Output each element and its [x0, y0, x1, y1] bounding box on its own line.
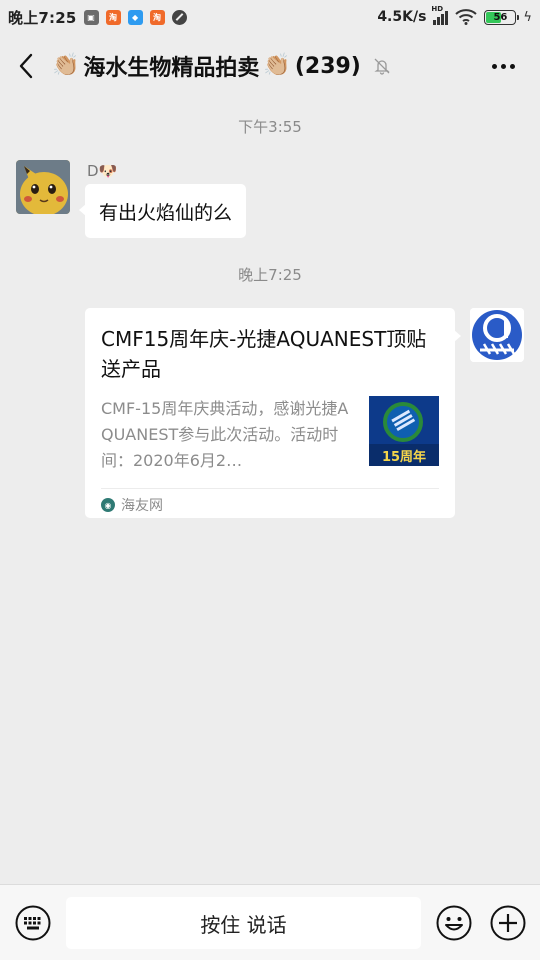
- network-speed: 4.5K/s: [377, 9, 427, 25]
- status-time: 晚上7:25: [8, 8, 77, 27]
- link-thumbnail: 15周年: [369, 396, 439, 466]
- link-description: CMF-15周年庆典活动，感谢光捷AQUANEST参与此次活动。活动时间：202…: [101, 399, 349, 470]
- emoji-button[interactable]: [436, 905, 472, 941]
- my-avatar[interactable]: [470, 308, 524, 362]
- message-list[interactable]: 下午3:55 D🐶 有出火焰仙的么 晚上7:25 CMF15周年庆-光捷AQUA…: [0, 98, 540, 884]
- gallery-icon: ▣: [83, 9, 99, 25]
- keyboard-icon: [15, 905, 51, 941]
- charging-icon: ϟ: [523, 9, 532, 25]
- chat-header: 👏🏼 海水生物精品拍卖 👏🏼 (239): [0, 34, 540, 98]
- link-source: ◉ 海友网: [101, 489, 439, 521]
- group-name: 海水生物精品拍卖: [83, 56, 260, 81]
- taobao-icon: 淘: [149, 9, 165, 25]
- taobao-icon: 淘: [105, 9, 121, 25]
- status-right: 4.5K/s HD 56 ϟ: [377, 5, 532, 25]
- status-left: 晚上7:25 ▣ 淘 ◆ 淘: [8, 7, 187, 28]
- link-body: CMF-15周年庆典活动，感谢光捷AQUANEST参与此次活动。活动时间：202…: [101, 396, 439, 476]
- thumb-text: 15周年: [381, 450, 427, 465]
- signal-icon: HD: [431, 5, 449, 25]
- hd-label: HD: [431, 4, 444, 13]
- more-icon-dot: [509, 63, 515, 69]
- battery-level: 56: [493, 11, 508, 23]
- incoming-message-bubble[interactable]: 有出火焰仙的么: [78, 184, 247, 238]
- app-icon: ◆: [127, 9, 143, 25]
- logo-avatar-icon: [470, 308, 524, 362]
- avatar[interactable]: [16, 160, 70, 214]
- timestamp: 晚上7:25: [238, 266, 302, 284]
- plus-icon: [490, 905, 526, 941]
- no-disturb-icon: [171, 9, 187, 25]
- emoji-icon: [436, 905, 472, 941]
- pikachu-avatar-icon: [16, 160, 70, 214]
- chevron-left-icon: [19, 53, 33, 79]
- keyboard-button[interactable]: [15, 905, 51, 941]
- shared-link-card[interactable]: CMF15周年庆-光捷AQUANEST顶贴送产品 CMF-15周年庆典活动，感谢…: [85, 308, 461, 521]
- more-functions-button[interactable]: [490, 905, 526, 941]
- hold-to-talk-button[interactable]: 按住 说话: [66, 897, 421, 949]
- bell-off-icon: [373, 57, 391, 75]
- back-button[interactable]: [0, 34, 52, 98]
- sender-name: D🐶: [87, 162, 118, 180]
- timestamp: 下午3:55: [238, 118, 302, 136]
- source-name: 海友网: [121, 498, 163, 514]
- message-text: 有出火焰仙的么: [99, 201, 233, 224]
- more-icon-dot: [500, 63, 506, 69]
- source-logo-icon: ◉: [101, 498, 115, 512]
- clap-emoji: 👏🏼: [263, 53, 291, 78]
- status-bar: 晚上7:25 ▣ 淘 ◆ 淘 4.5K/s HD 56 ϟ: [0, 0, 540, 34]
- more-icon: [491, 63, 497, 69]
- input-bar: 按住 说话: [0, 884, 540, 960]
- wifi-icon: [455, 9, 478, 25]
- chat-title: 👏🏼 海水生物精品拍卖 👏🏼 (239): [52, 50, 391, 82]
- more-button[interactable]: [488, 54, 518, 78]
- link-title: CMF15周年庆-光捷AQUANEST顶贴送产品: [101, 327, 427, 381]
- battery-icon: 56: [484, 9, 520, 25]
- member-count: (239): [294, 53, 361, 79]
- clap-emoji: 👏🏼: [52, 53, 80, 78]
